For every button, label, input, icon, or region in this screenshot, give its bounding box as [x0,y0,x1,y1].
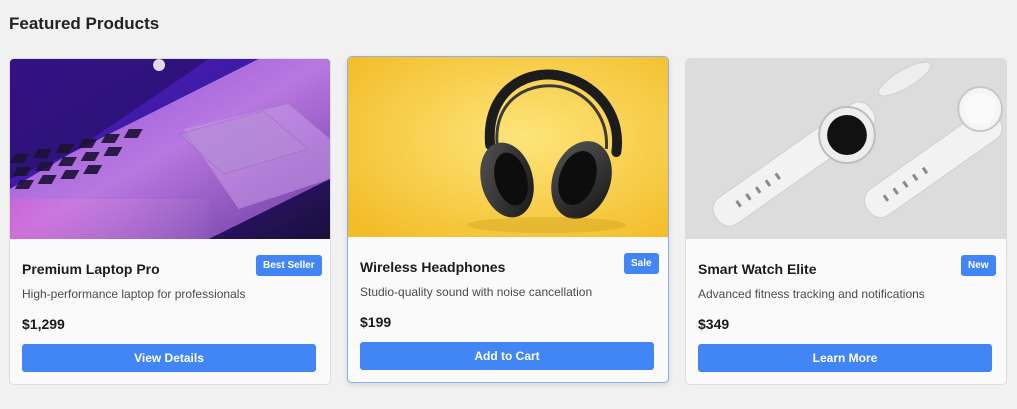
product-card-smartwatch[interactable]: Smart Watch Elite New Advanced fitness t… [685,58,1007,385]
product-card-laptop[interactable]: Premium Laptop Pro Best Seller High-perf… [9,58,331,385]
product-card-headphones[interactable]: Wireless Headphones Sale Studio-quality … [347,56,669,383]
view-details-button[interactable]: View Details [22,344,316,372]
product-title: Wireless Headphones [360,259,506,275]
product-price: $349 [698,316,730,332]
headphones-image [348,57,668,237]
smartwatch-image [686,59,1006,239]
product-description: Advanced fitness tracking and notificati… [698,287,925,301]
product-price: $1,299 [22,316,65,332]
featured-products-page: Featured Products Premium Laptop Pro Bes… [0,0,1017,409]
product-description: High-performance laptop for professional… [22,287,246,301]
product-title: Smart Watch Elite [698,261,817,277]
learn-more-button[interactable]: Learn More [698,344,992,372]
add-to-cart-button[interactable]: Add to Cart [360,342,654,370]
new-badge: New [961,255,996,276]
sale-badge: Sale [624,253,659,274]
product-description: Studio-quality sound with noise cancella… [360,285,593,299]
product-price: $199 [360,314,392,330]
best-seller-badge: Best Seller [256,255,322,276]
laptop-image [10,59,330,239]
product-title: Premium Laptop Pro [22,261,160,277]
section-title: Featured Products [9,14,160,33]
